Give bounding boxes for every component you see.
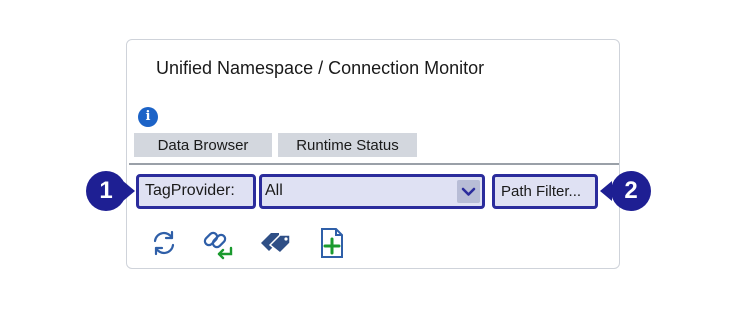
callout-badge-1: 1 bbox=[86, 171, 126, 211]
tag-provider-select[interactable]: All bbox=[259, 174, 485, 209]
path-filter-button[interactable]: Path Filter... bbox=[492, 174, 598, 209]
window-title: Unified Namespace / Connection Monitor bbox=[156, 58, 485, 78]
callout-badge-2: 2 bbox=[611, 171, 651, 211]
connection-monitor-panel: Unified Namespace / Connection Monitor i… bbox=[126, 39, 620, 269]
chevron-down-icon[interactable] bbox=[457, 180, 480, 203]
tag-provider-value: All bbox=[265, 182, 283, 199]
refresh-icon[interactable] bbox=[147, 226, 181, 260]
tags-icon[interactable] bbox=[259, 226, 293, 260]
path-filter-label: Path Filter... bbox=[501, 183, 582, 200]
tab-runtime-status[interactable]: Runtime Status bbox=[278, 133, 417, 157]
tag-provider-label: TagProvider: bbox=[145, 182, 235, 199]
tag-provider-label-box: TagProvider: bbox=[136, 174, 256, 209]
link-connect-icon[interactable] bbox=[201, 226, 235, 260]
info-icon[interactable]: i bbox=[138, 107, 158, 127]
tab-data-browser[interactable]: Data Browser bbox=[134, 133, 272, 157]
divider bbox=[129, 163, 619, 165]
add-document-icon[interactable] bbox=[315, 226, 349, 260]
